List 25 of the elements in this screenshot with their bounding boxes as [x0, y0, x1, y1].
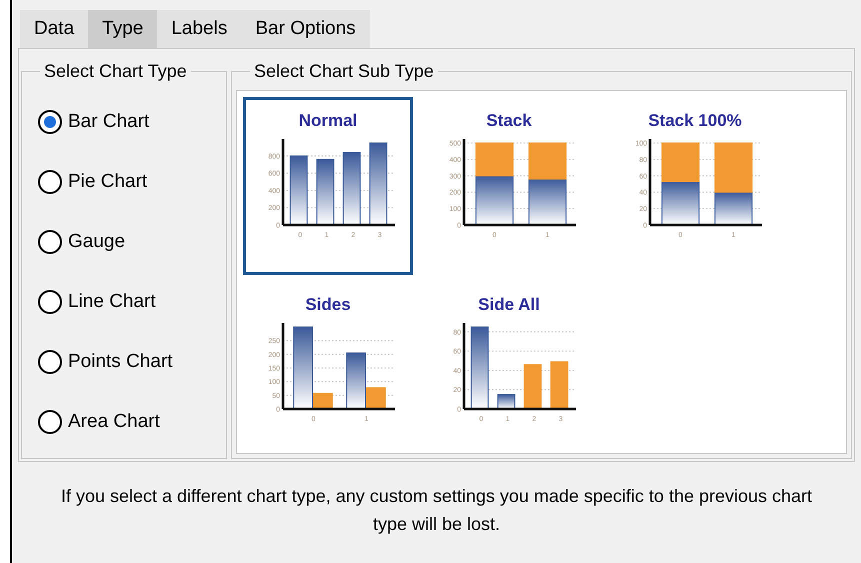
- bar: [290, 156, 308, 226]
- bar: [528, 142, 567, 180]
- radio-option[interactable]: Area Chart: [38, 402, 226, 442]
- bar: [524, 364, 542, 410]
- tab[interactable]: Type: [88, 10, 158, 48]
- chart-title: Stack 100%: [648, 110, 742, 132]
- chart-title: Stack: [486, 110, 532, 132]
- bar: [550, 361, 568, 410]
- bar: [316, 159, 334, 226]
- chart-title: Normal: [298, 110, 358, 132]
- bar: [661, 181, 700, 226]
- radio-option[interactable]: Pie Chart: [38, 162, 226, 202]
- bar: [661, 142, 700, 182]
- tab[interactable]: Labels: [157, 10, 242, 48]
- radio-option[interactable]: Line Chart: [38, 282, 226, 322]
- bar: [497, 394, 516, 410]
- radio-option[interactable]: Gauge: [38, 222, 226, 262]
- warning-note: If you select a different chart type, any custom settings you made specific to the previous chart type will be lost.: [60, 485, 814, 536]
- radio-option[interactable]: Points Chart: [38, 342, 226, 382]
- tab[interactable]: Bar Options: [241, 10, 370, 48]
- tab[interactable]: Data: [20, 10, 88, 48]
- chart-title: Side All: [478, 294, 540, 316]
- chart-title: Sides: [305, 294, 351, 316]
- radio-option[interactable]: Bar Chart: [38, 102, 226, 142]
- bar: [528, 178, 567, 226]
